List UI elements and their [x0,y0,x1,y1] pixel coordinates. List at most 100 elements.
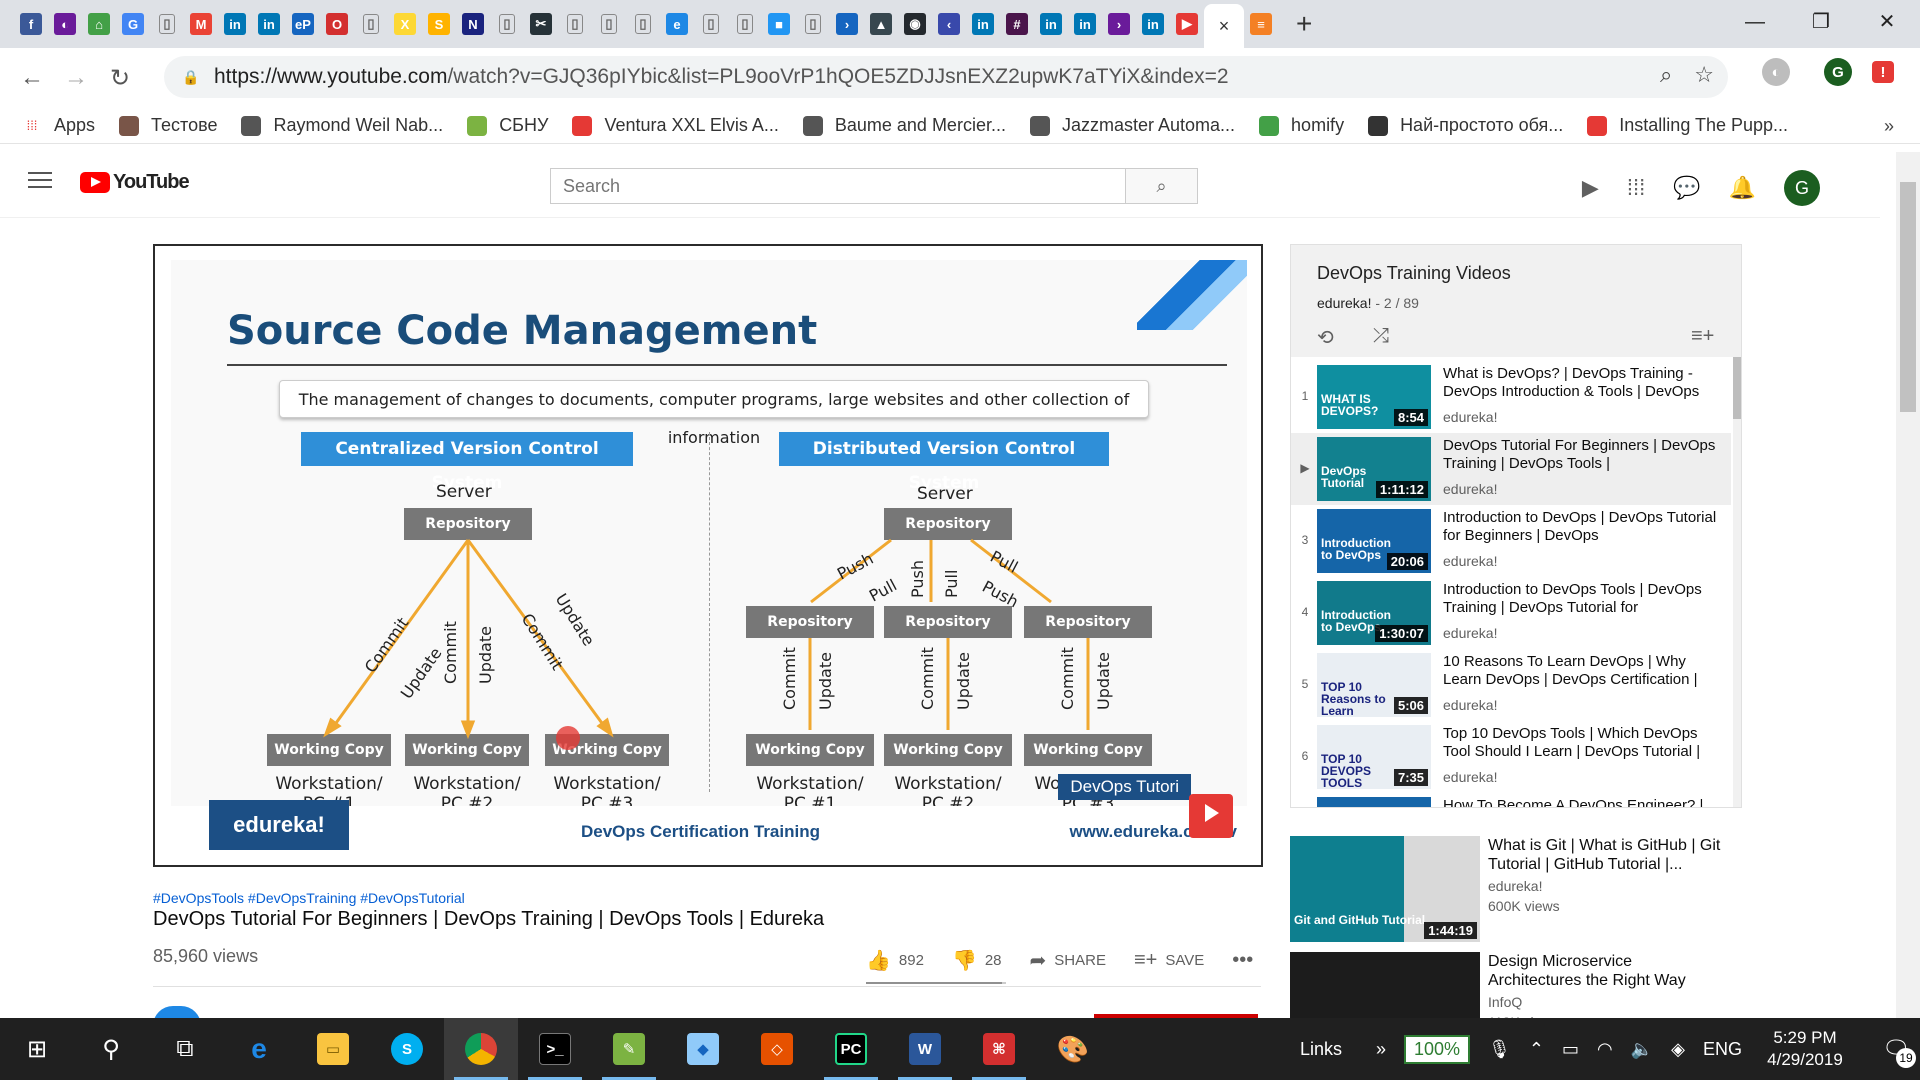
browser-tab[interactable]: e [660,7,694,41]
bookmark-item[interactable]: Тестове [119,115,217,136]
forward-icon[interactable]: → [54,64,98,92]
browser-tab[interactable]: ▯ [592,7,626,41]
battery-icon[interactable]: ▭ [1562,1039,1579,1060]
browser-tab[interactable]: ▲ [864,7,898,41]
extension-icon[interactable]: ◐ [1762,58,1790,86]
git-tool-icon[interactable]: ◇ [740,1018,814,1080]
bookmark-item[interactable]: Baume and Mercier... [802,115,1006,136]
share-button[interactable]: ➦ SHARE [1030,948,1106,973]
edge-app-icon[interactable]: e [222,1018,296,1080]
like-button[interactable]: 👍 892 [866,948,924,973]
browser-tab[interactable]: ◐ [48,7,82,41]
browser-tab[interactable]: M [184,7,218,41]
browser-tab[interactable]: ▯ [490,7,524,41]
reload-icon[interactable]: ↻ [98,64,142,93]
subscribe-watermark-icon[interactable] [1189,794,1233,838]
browser-tab[interactable]: in [1034,7,1068,41]
dislike-button[interactable]: 👎 28 [952,948,1002,973]
chrome-app-icon[interactable] [444,1018,518,1080]
playlist-scrollbar[interactable] [1733,357,1741,807]
pycharm-app-icon[interactable]: PC [814,1018,888,1080]
search-taskbar-icon[interactable]: ⚲ [74,1018,148,1080]
account-avatar[interactable]: G [1784,170,1820,206]
acrobat-app-icon[interactable]: ⌘ [962,1018,1036,1080]
video-player[interactable]: Source Code Management The management of… [153,244,1263,867]
browser-tab[interactable]: › [830,7,864,41]
playlist-item[interactable]: 7How To Become A DevOps Engineer? | [1291,793,1731,807]
playlist-thumbnail[interactable]: TOP 10 DEVOPS TOOLS 7:35 [1317,725,1431,789]
bookmarks-overflow-icon[interactable]: » [1884,116,1894,137]
start-windows-icon[interactable]: ⊞ [0,1018,74,1080]
browser-tab[interactable]: O [320,7,354,41]
playlist-item[interactable]: 5 TOP 10 Reasons to Learn DevOps 5:06 10 Re… [1291,649,1731,721]
extension-alert-icon[interactable]: ! [1872,61,1894,83]
browser-tab[interactable]: ▯ [354,7,388,41]
back-icon[interactable]: ← [10,64,54,92]
messages-icon[interactable]: 💬 [1673,175,1700,201]
clock[interactable]: 5:29 PM 4/29/2019 [1760,1027,1850,1071]
browser-tab[interactable]: in [218,7,252,41]
bookmark-star-icon[interactable]: ☆ [1694,62,1714,88]
browser-tab[interactable]: ▯ [728,7,762,41]
search-input[interactable] [551,169,1125,203]
browser-tab[interactable]: eP [286,7,320,41]
dropbox-icon[interactable]: ◈ [1671,1039,1685,1060]
browser-tab[interactable]: ▶ [1170,7,1204,41]
playlist-item[interactable]: 4 Introduction to DevOps 1:30:07 Introducti… [1291,577,1731,649]
save-playlist-icon[interactable]: ≡+ [1691,325,1714,348]
playlist-channel[interactable]: edureka! [1317,295,1371,311]
wifi-icon[interactable]: ◠ [1597,1039,1613,1060]
bookmark-item[interactable]: Ventura XXL Elvis A... [572,115,779,136]
playlist-thumbnail[interactable] [1317,797,1431,807]
active-tab[interactable]: × [1204,4,1244,48]
browser-tab[interactable]: › [1102,7,1136,41]
browser-tab[interactable]: # [1000,7,1034,41]
playlist-item[interactable]: 1 WHAT IS DEVOPS? 8:54 What is DevOps? | De… [1291,361,1731,433]
input-language[interactable]: ENG [1703,1039,1742,1060]
playlist-item[interactable]: 3 Introduction to DevOps 20:06 Introduction… [1291,505,1731,577]
loop-icon[interactable]: ⟲ [1317,325,1334,350]
browser-tab[interactable]: f [14,7,48,41]
playlist-item[interactable]: 6 TOP 10 DEVOPS TOOLS 7:35 Top 10 DevOps To… [1291,721,1731,793]
tab-close-icon[interactable]: × [1219,16,1230,37]
apps-grid-icon[interactable]: ⁞⁞⁞ [1627,175,1645,201]
notifications-bell-icon[interactable]: 🔔 [1729,175,1756,201]
browser-tab[interactable]: in [252,7,286,41]
notepad-app-icon[interactable]: ✎ [592,1018,666,1080]
profile-avatar[interactable]: G [1824,58,1852,86]
browser-tab[interactable]: ▯ [626,7,660,41]
word-app-icon[interactable]: W [888,1018,962,1080]
search-button[interactable]: ⌕ [1125,169,1197,203]
browser-tab[interactable]: ✂ [524,7,558,41]
recommended-channel[interactable]: InfoQ [1488,994,1522,1010]
bookmark-item[interactable]: Най-простото обя... [1368,115,1563,136]
save-button[interactable]: ≡+ SAVE [1134,949,1204,972]
browser-tab[interactable]: ▯ [150,7,184,41]
minimize-icon[interactable]: — [1722,0,1788,44]
more-actions-button[interactable]: ••• [1232,949,1253,972]
browser-tab[interactable]: ▯ [558,7,592,41]
note-app-icon[interactable]: ◆ [666,1018,740,1080]
browser-tab[interactable]: ◉ [898,7,932,41]
skype-icon[interactable]: S [370,1018,444,1080]
playlist-thumbnail[interactable]: Introduction to DevOps 1:30:07 [1317,581,1431,645]
restore-icon[interactable]: ❐ [1788,0,1854,44]
bookmark-item[interactable]: СБНУ [467,115,548,136]
recommended-channel[interactable]: edureka! [1488,878,1542,894]
bookmark-item[interactable]: homify [1259,115,1344,136]
file-explorer-icon[interactable]: ▭ [296,1018,370,1080]
bookmark-item[interactable]: Jazzmaster Automa... [1029,115,1235,136]
tray-expand-icon[interactable]: ⌃ [1529,1039,1544,1060]
playlist-thumbnail[interactable]: DevOps Tutorial 1:11:12 [1317,437,1431,501]
browser-tab[interactable]: G [116,7,150,41]
playlist-thumbnail[interactable]: Introduction to DevOps 20:06 [1317,509,1431,573]
address-bar[interactable]: 🔒 https://www.youtube.com/watch?v=GJQ36p… [164,56,1728,98]
playlist-thumbnail[interactable]: TOP 10 Reasons to Learn DevOps 5:06 [1317,653,1431,717]
terminal-app-icon[interactable]: >_ [518,1018,592,1080]
links-toolbar[interactable]: Links [1300,1039,1342,1060]
video-hashtags[interactable]: #DevOpsTools #DevOpsTraining #DevOpsTuto… [153,890,465,906]
paint-app-icon[interactable]: 🎨 [1036,1018,1110,1080]
browser-tab[interactable]: S [422,7,456,41]
close-window-icon[interactable]: ✕ [1854,0,1920,44]
microphone-icon[interactable]: 🎙 [1488,1039,1511,1060]
